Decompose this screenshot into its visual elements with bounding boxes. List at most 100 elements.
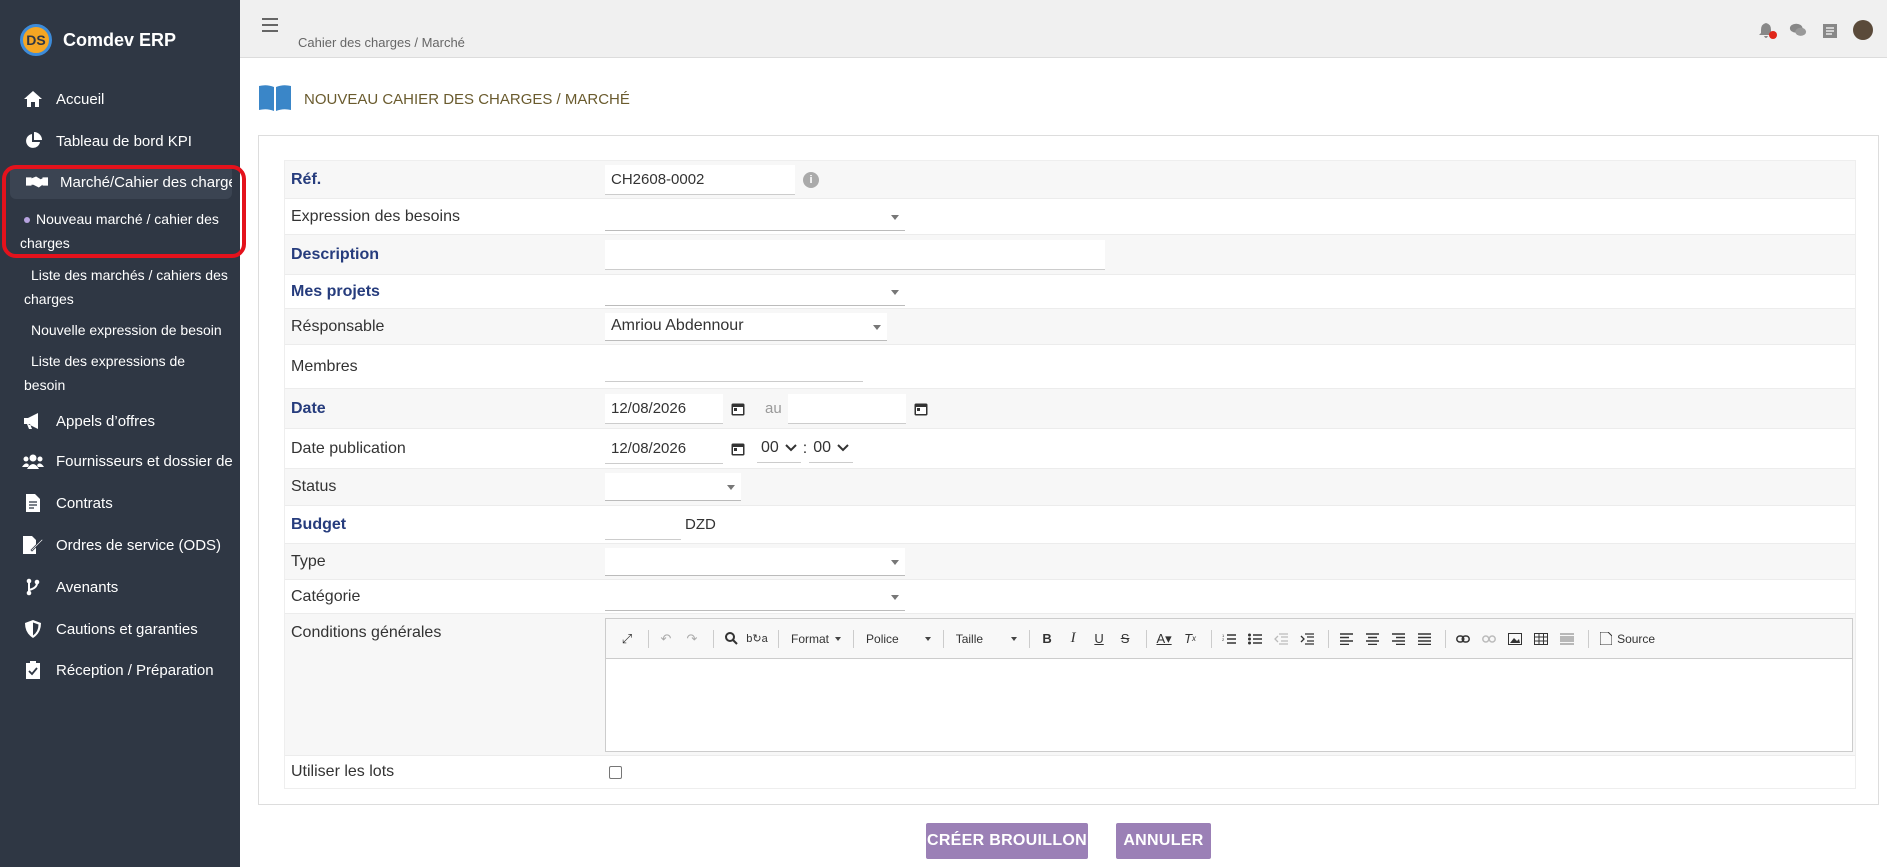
submenu-label-line1: Liste des marchés / cahiers des [31, 267, 228, 283]
hour-select[interactable]: 00 [757, 435, 801, 463]
sidebar-item-ods[interactable]: Ordres de service (ODS) [0, 528, 240, 562]
calendar-icon[interactable] [914, 402, 928, 416]
bullet-dot [24, 217, 30, 224]
budget-input[interactable] [605, 509, 681, 540]
horizontal-rule-icon[interactable] [1556, 627, 1578, 651]
link-icon[interactable] [1452, 627, 1474, 651]
submenu-liste-expressions[interactable]: Liste des expressions de besoin [24, 349, 241, 397]
remove-format-icon[interactable]: Tx [1179, 627, 1201, 651]
sidebar-item-label: Accueil [56, 90, 105, 108]
sidebar-item-avenants[interactable]: Avenants [0, 570, 240, 604]
date-publication-input[interactable]: 12/08/2026 [605, 433, 723, 464]
file-signature-icon [22, 535, 44, 555]
text-color-icon[interactable]: A▾ [1153, 627, 1175, 651]
type-select[interactable] [605, 547, 905, 576]
sidebar-item-contrats[interactable]: Contrats [0, 486, 240, 520]
align-center-icon[interactable] [1361, 627, 1383, 651]
format-dropdown[interactable]: Format [791, 632, 842, 646]
projets-select[interactable] [605, 277, 905, 306]
sidebar-item-reception[interactable]: Réception / Préparation [0, 653, 240, 687]
strikethrough-icon[interactable]: S [1114, 627, 1136, 651]
align-left-icon[interactable] [1335, 627, 1357, 651]
brand[interactable]: DS Comdev ERP [20, 24, 176, 56]
maximize-icon[interactable]: ⤢ [616, 627, 638, 651]
sidebar-item-label: Tableau de bord KPI [56, 132, 192, 150]
projets-label: Mes projets [291, 282, 380, 300]
membres-input[interactable] [605, 351, 863, 382]
image-icon[interactable] [1504, 627, 1526, 651]
membres-label: Membres [291, 357, 358, 375]
row-conditions: Conditions générales ⤢ ↶ ↷ b↻a Format Po… [285, 614, 1855, 756]
lots-checkbox[interactable] [609, 765, 622, 779]
italic-icon[interactable]: I [1062, 627, 1084, 651]
row-type: Type [285, 544, 1855, 580]
budget-label: Budget [291, 515, 347, 533]
indent-icon[interactable] [1296, 627, 1318, 651]
sidebar-item-cautions[interactable]: Cautions et garanties [0, 612, 240, 646]
submenu-label-line2: charges [20, 235, 70, 251]
hamburger-icon[interactable] [262, 18, 278, 32]
avatar[interactable] [1853, 20, 1873, 40]
create-draft-button[interactable]: CRÉER BROUILLON [926, 823, 1088, 859]
submenu-label-line1: Liste des expressions de [31, 353, 186, 369]
undo-icon[interactable]: ↶ [655, 627, 677, 651]
bell-icon[interactable] [1757, 21, 1777, 39]
source-icon[interactable] [1595, 627, 1617, 651]
find-icon[interactable] [720, 627, 742, 651]
info-icon[interactable]: i [803, 171, 819, 188]
replace-icon[interactable]: b↻a [746, 627, 768, 651]
categorie-select[interactable] [605, 582, 905, 611]
sidebar-item-label: Réception / Préparation [56, 661, 214, 679]
align-justify-icon[interactable] [1413, 627, 1435, 651]
calendar-icon[interactable] [731, 442, 745, 456]
description-input[interactable] [605, 239, 1105, 270]
page-title: NOUVEAU CAHIER DES CHARGES / MARCHÉ [304, 90, 630, 108]
home-icon [22, 89, 44, 109]
date-label: Date [291, 399, 326, 417]
chevron-down-icon [891, 214, 899, 220]
sidebar-item-marche[interactable]: Marché/Cahier des charges [10, 165, 232, 199]
sidebar-item-label: Avenants [56, 578, 119, 596]
font-dropdown[interactable]: Police [866, 632, 931, 646]
outdent-icon[interactable] [1270, 627, 1292, 651]
table-icon[interactable] [1530, 627, 1552, 651]
date-start-input[interactable]: 12/08/2026 [605, 393, 723, 424]
cancel-button[interactable]: ANNULER [1116, 823, 1211, 859]
sidebar-item-fournisseurs[interactable]: Fournisseurs et dossier de [0, 444, 240, 478]
expression-select[interactable] [605, 202, 905, 231]
ref-input[interactable]: CH2608-0002 [605, 164, 795, 195]
date-end-input[interactable] [787, 393, 906, 424]
status-select[interactable] [605, 473, 741, 501]
editor-toolbar: ⤢ ↶ ↷ b↻a Format Police Taille B I U S A… [606, 619, 1852, 659]
submenu-nouveau-marche[interactable]: Nouveau marché / cahier des charges [20, 207, 234, 255]
responsable-select[interactable]: Amriou Abdennour [605, 312, 887, 341]
submenu-nouvelle-expression[interactable]: Nouvelle expression de besoin [31, 318, 241, 342]
submenu-label-line1: Nouvelle expression de besoin [31, 322, 222, 338]
underline-icon[interactable]: U [1088, 627, 1110, 651]
sidebar-item-kpi[interactable]: Tableau de bord KPI [0, 124, 240, 158]
chevron-down-icon [891, 559, 899, 565]
submenu-liste-marches[interactable]: Liste des marchés / cahiers des charges [24, 263, 241, 311]
size-dropdown[interactable]: Taille [955, 631, 1018, 646]
comments-icon[interactable] [1789, 21, 1807, 39]
sidebar-item-appels[interactable]: Appels d’offres [0, 404, 240, 438]
sidebar-item-accueil[interactable]: Accueil [0, 82, 240, 116]
description-label: Description [291, 245, 380, 263]
numbered-list-icon[interactable]: 12 [1218, 627, 1240, 651]
editor-content-area[interactable] [606, 659, 1852, 751]
time-separator: : [802, 439, 808, 457]
align-right-icon[interactable] [1387, 627, 1409, 651]
chevron-down-icon [785, 444, 797, 452]
bulleted-list-icon[interactable] [1244, 627, 1266, 651]
size-label: Taille [955, 631, 984, 646]
redo-icon[interactable]: ↷ [681, 627, 703, 651]
clipboard-icon[interactable] [1821, 21, 1839, 39]
bold-icon[interactable]: B [1036, 627, 1058, 651]
unlink-icon[interactable] [1478, 627, 1500, 651]
calendar-icon[interactable] [731, 402, 745, 416]
source-button[interactable]: Source [1617, 632, 1655, 646]
minute-select[interactable]: 00 [809, 435, 854, 463]
pie-chart-icon [22, 131, 44, 151]
ref-label: Réf. [291, 170, 322, 188]
minute-value: 00 [813, 439, 832, 456]
